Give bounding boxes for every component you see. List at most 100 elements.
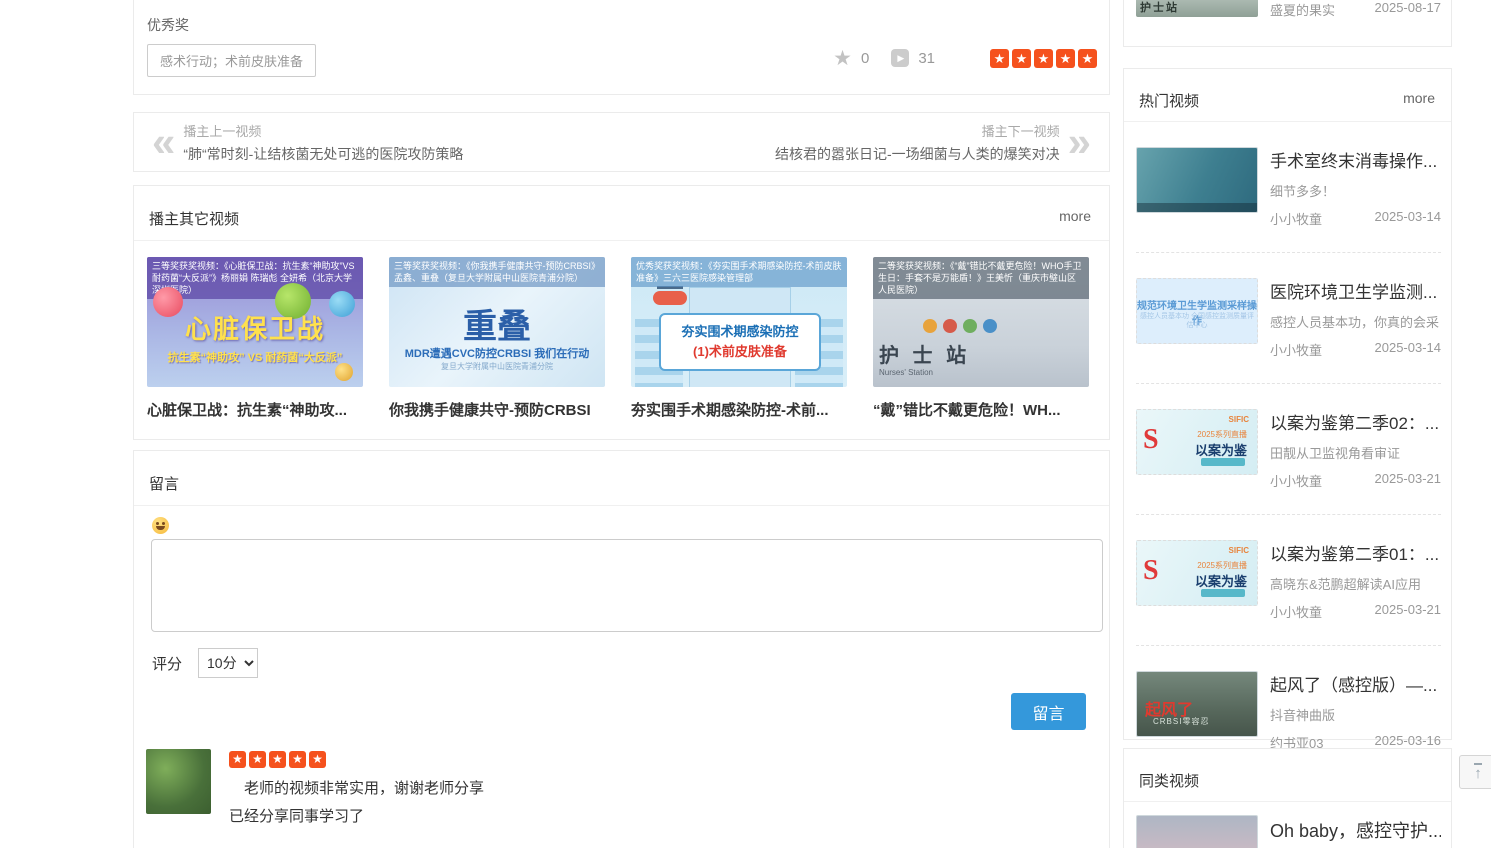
- next-video-link[interactable]: 播主下一视频 结核君的嚣张日记-一场细菌与人类的爆笑对决 »: [765, 113, 1109, 171]
- video-card[interactable]: 三等奖获奖视频：《你我携手健康共守-预防CRBSI》孟鑫、重叠（复旦大学附属中山…: [389, 257, 605, 420]
- video-thumbnail[interactable]: [1136, 815, 1258, 848]
- award-tag[interactable]: 感术行动；术前皮肤准备: [147, 44, 316, 77]
- thumbnail-subtitle: CRBSI零容忍: [1153, 716, 1209, 727]
- sidebar-partial-item[interactable]: 护士站 盛夏的果实 2025-08-17: [1123, 0, 1452, 47]
- video-thumbnail[interactable]: [1136, 147, 1258, 213]
- sign-chinese: 护 士 站: [879, 339, 970, 368]
- video-subtitle: 细节多多！: [1270, 181, 1441, 200]
- rating-star-icon: ★: [289, 751, 306, 768]
- video-title[interactable]: Oh baby，感控守护...: [1270, 817, 1441, 848]
- sific-brand: SIFIC: [1229, 415, 1249, 424]
- rating-star-icon: ★: [1078, 49, 1097, 68]
- video-title[interactable]: 起风了（感控版）—...: [1270, 671, 1441, 696]
- sific-s-logo: S: [1143, 555, 1159, 587]
- comment-rating-stars: ★ ★ ★ ★ ★: [229, 751, 484, 768]
- video-date: 2025-03-14: [1375, 340, 1442, 359]
- nurses-station-sign: 护 士 站 Nurses' Station: [879, 339, 970, 377]
- thumbnail-title: 以案为鉴: [1195, 571, 1247, 590]
- video-thumbnail[interactable]: S SIFIC 2025系列直播 以案为鉴: [1136, 540, 1258, 606]
- thumbnail-overlay-text: 优秀奖获奖视频：《夯实围手术期感染防控-术前皮肤准备》三六三医院感染管理部: [631, 257, 847, 287]
- comment-textarea[interactable]: [151, 539, 1103, 632]
- prev-next-nav: « 播主上一视频 “肺“常时刻-让结核菌无处可逃的医院攻防策略 播主下一视频 结…: [133, 112, 1110, 172]
- more-link[interactable]: more: [1403, 90, 1435, 106]
- video-date: 2025-03-14: [1375, 209, 1442, 228]
- video-title[interactable]: 医院环境卫生学监测...: [1270, 278, 1441, 303]
- video-subtitle: 高晓东&范鹏超解读AI应用: [1270, 574, 1441, 593]
- thumbnail-line: 2025系列直播: [1197, 429, 1247, 440]
- comments-section: 留言 评分 10分 留言 ★ ★ ★ ★ ★ 老师的视频非常实用，谢谢老师分享: [133, 450, 1110, 848]
- next-video-title[interactable]: 结核君的嚣张日记-一场细菌与人类的爆笑对决: [775, 144, 1060, 164]
- video-card[interactable]: 夯实围术期感染防控 (1)术前皮肤准备 优秀奖获奖视频：《夯实围手术期感染防控-…: [631, 257, 847, 420]
- video-author[interactable]: 小小牧童: [1270, 209, 1322, 228]
- video-author[interactable]: 小小牧童: [1270, 340, 1322, 359]
- thumbnail-tag-shape: [1201, 458, 1245, 466]
- video-card[interactable]: 二等奖获奖视频：《“戴”错比不戴更危险！WHO手卫生日：手套不是万能盾！》王美忻…: [873, 257, 1089, 420]
- hot-video-item[interactable]: 规范环境卫生学监测采样操作 感控人员基本功 全国感控监测质量评估中心 医院环境卫…: [1136, 252, 1441, 383]
- hot-video-item[interactable]: S SIFIC 2025系列直播 以案为鉴 以案为鉴第二季02：... 田靓从卫…: [1136, 383, 1441, 514]
- sign-line-2: (1)术前皮肤准备: [661, 342, 819, 362]
- video-thumbnail[interactable]: 起风了 CRBSI零容忍: [1136, 671, 1258, 737]
- thumbnail-line: 2025系列直播: [1197, 560, 1247, 571]
- emoji-picker-icon[interactable]: [152, 517, 169, 534]
- play-triangle-icon: ▶: [897, 54, 904, 63]
- video-date: 2025-03-21: [1375, 471, 1442, 490]
- section-title: 同类视频: [1139, 770, 1199, 791]
- submit-comment-button[interactable]: 留言: [1011, 693, 1086, 730]
- commenter-avatar[interactable]: [146, 749, 211, 814]
- video-subtitle: 抖音神曲版: [1270, 705, 1441, 724]
- video-caption[interactable]: “戴”错比不戴更危险！WH...: [873, 399, 1089, 420]
- video-title[interactable]: 以案为鉴第二季02：...: [1270, 409, 1441, 434]
- comment-text: 老师的视频非常实用，谢谢老师分享: [229, 777, 484, 798]
- rating-star-icon: ★: [1056, 49, 1075, 68]
- favorite-star-icon[interactable]: ★: [833, 48, 852, 69]
- comment-body: ★ ★ ★ ★ ★ 老师的视频非常实用，谢谢老师分享 已经分享同事学习了: [229, 749, 484, 826]
- more-link[interactable]: more: [1059, 208, 1091, 224]
- comment-text: 已经分享同事学习了: [229, 805, 484, 826]
- similar-video-item[interactable]: Oh baby，感控守护...: [1124, 802, 1451, 848]
- video-caption[interactable]: 你我携手健康共守-预防CRBSI: [389, 399, 605, 420]
- rating-select[interactable]: 10分: [198, 648, 258, 678]
- decoration-badges: [923, 319, 1003, 333]
- video-thumbnail[interactable]: 三等奖获奖视频：《你我携手健康共守-预防CRBSI》孟鑫、重叠（复旦大学附属中山…: [389, 257, 605, 387]
- sific-brand: SIFIC: [1229, 546, 1249, 555]
- video-author[interactable]: 小小牧童: [1270, 602, 1322, 621]
- hot-video-item[interactable]: S SIFIC 2025系列直播 以案为鉴 以案为鉴第二季01：... 高晓东&…: [1136, 514, 1441, 645]
- video-caption[interactable]: 夯实围手术期感染防控-术前...: [631, 399, 847, 420]
- back-to-top-button[interactable]: ↑: [1459, 755, 1491, 789]
- chevron-right-icon[interactable]: »: [1068, 122, 1091, 162]
- thumbnail-overlay-text: 三等奖获奖视频：《你我携手健康共守-预防CRBSI》孟鑫、重叠（复旦大学附属中山…: [389, 257, 605, 287]
- hot-videos-section: 热门视频 more 手术室终末消毒操作... 细节多多！ 小小牧童 2025-0…: [1123, 68, 1452, 740]
- section-header: 同类视频: [1124, 749, 1451, 802]
- rating-row: 评分 10分: [152, 648, 258, 678]
- video-thumbnail[interactable]: 规范环境卫生学监测采样操作 感控人员基本功 全国感控监测质量评估中心: [1136, 278, 1258, 344]
- video-info: 以案为鉴第二季01：... 高晓东&范鹏超解读AI应用 小小牧童 2025-03…: [1270, 540, 1441, 621]
- award-section: 优秀奖 感术行动；术前皮肤准备 ★ 0 ▶ 31 ★ ★ ★ ★ ★: [133, 0, 1110, 95]
- video-author[interactable]: 小小牧童: [1270, 471, 1322, 490]
- video-title[interactable]: 以案为鉴第二季01：...: [1270, 540, 1441, 565]
- sign-english: Nurses' Station: [879, 368, 970, 377]
- video-thumbnail[interactable]: S SIFIC 2025系列直播 以案为鉴: [1136, 409, 1258, 475]
- next-video-label: 播主下一视频: [982, 121, 1060, 140]
- prev-video-title[interactable]: “肺“常时刻-让结核菌无处可逃的医院攻防策略: [183, 144, 463, 164]
- video-title[interactable]: 手术室终末消毒操作...: [1270, 147, 1441, 172]
- thumbnail-title: 心脏保卫战: [147, 309, 363, 346]
- video-author[interactable]: 盛夏的果实: [1270, 0, 1335, 19]
- video-caption[interactable]: 心脏保卫战：抗生素“神助攻...: [147, 399, 363, 420]
- video-thumbnail[interactable]: 三等奖获奖视频：《心脏保卫战：抗生素“神助攻”VS耐药菌“大反派”》杨丽娟 陈瑞…: [147, 257, 363, 387]
- video-thumbnail[interactable]: 二等奖获奖视频：《“戴”错比不戴更危险！WHO手卫生日：手套不是万能盾！》王美忻…: [873, 257, 1089, 387]
- chevron-left-icon[interactable]: «: [152, 122, 175, 162]
- video-date: 2025-08-17: [1375, 0, 1442, 15]
- thumbnail-title: 重叠: [389, 299, 605, 348]
- prev-video-link[interactable]: « 播主上一视频 “肺“常时刻-让结核菌无处可逃的医院攻防策略: [134, 113, 473, 171]
- hot-video-list: 手术室终末消毒操作... 细节多多！ 小小牧童 2025-03-14 规范环境卫…: [1124, 122, 1451, 776]
- germ-icon: [335, 363, 353, 381]
- section-title: 留言: [149, 473, 179, 494]
- rating-star-icon: ★: [229, 751, 246, 768]
- video-info: 医院环境卫生学监测... 感控人员基本功，你真的会采 小小牧童 2025-03-…: [1270, 278, 1441, 359]
- video-thumbnail[interactable]: 护士站: [1136, 0, 1258, 17]
- similar-videos-section: 同类视频 Oh baby，感控守护...: [1123, 748, 1452, 848]
- hot-video-item[interactable]: 手术室终末消毒操作... 细节多多！ 小小牧童 2025-03-14: [1136, 122, 1441, 252]
- video-card[interactable]: 三等奖获奖视频：《心脏保卫战：抗生素“神助攻”VS耐药菌“大反派”》杨丽娟 陈瑞…: [147, 257, 363, 420]
- rating-star-icon: ★: [1034, 49, 1053, 68]
- video-thumbnail[interactable]: 夯实围术期感染防控 (1)术前皮肤准备 优秀奖获奖视频：《夯实围手术期感染防控-…: [631, 257, 847, 387]
